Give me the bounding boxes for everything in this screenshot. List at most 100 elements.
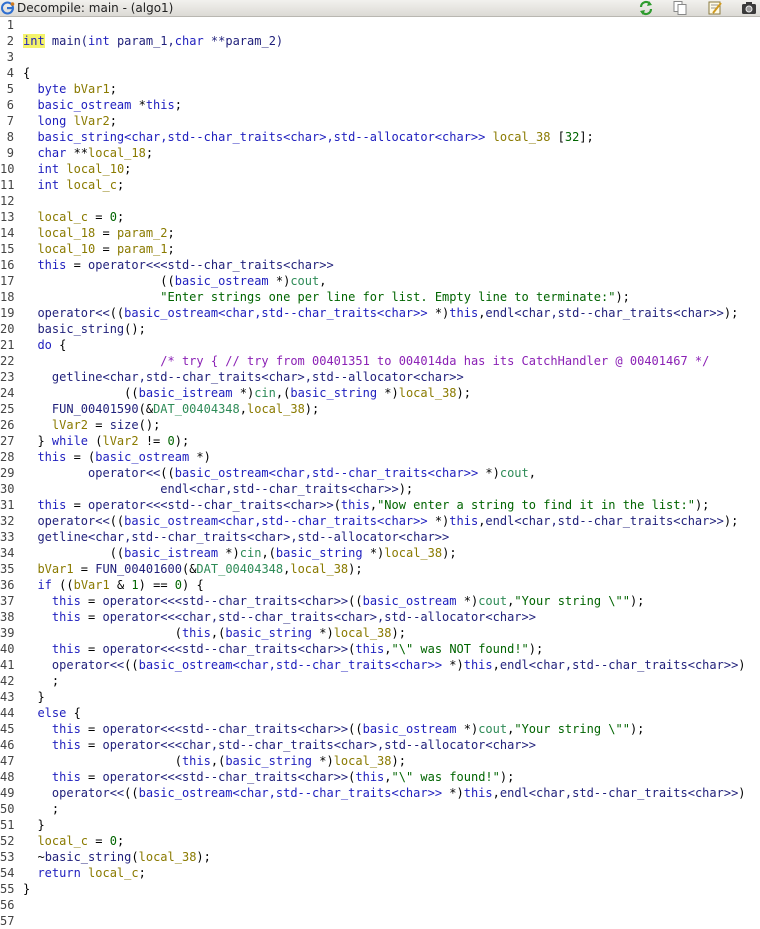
code-text[interactable]: basic_string<char,std--char_traits<char>… [23, 129, 593, 145]
code-token[interactable]: local_38 [485, 130, 551, 144]
code-line[interactable]: 14 local_18 = param_2; [0, 225, 760, 241]
code-token[interactable]: (); [139, 418, 161, 432]
code-token[interactable]: & [110, 578, 132, 592]
code-token[interactable]: , [493, 786, 500, 800]
code-text[interactable]: this = operator<<<std--char_traits<char>… [23, 769, 514, 785]
code-line[interactable]: 22 /* try { // try from 00401351 to 0040… [0, 353, 760, 369]
code-token[interactable] [23, 338, 37, 352]
code-text[interactable]: local_c = 0; [23, 209, 124, 225]
code-token[interactable]: endl<char,std--char_traits<char>> [500, 658, 738, 672]
code-token[interactable]: (( [160, 466, 174, 480]
code-token[interactable]: size [110, 418, 139, 432]
code-token[interactable] [23, 738, 52, 752]
code-text[interactable]: do { [23, 337, 66, 353]
code-token[interactable]: bVar1 [66, 82, 110, 96]
code-token[interactable]: this [182, 754, 211, 768]
code-token[interactable]: this [37, 498, 66, 512]
code-token[interactable]: } [23, 434, 52, 448]
code-token[interactable]: FUN_00401600 [95, 562, 182, 576]
code-line[interactable]: 30 endl<char,std--char_traits<char>>); [0, 481, 760, 497]
code-line[interactable]: 13 local_c = 0; [0, 209, 760, 225]
code-token[interactable]: ); [500, 770, 514, 784]
code-token[interactable]: ) [738, 786, 745, 800]
code-token[interactable]: this [146, 98, 175, 112]
code-line[interactable]: 34 ((basic_istream *)cin,(basic_string *… [0, 545, 760, 561]
code-token[interactable] [23, 498, 37, 512]
code-token[interactable]: local_38 [399, 386, 457, 400]
code-token[interactable]: = [81, 738, 103, 752]
code-token[interactable]: ( [23, 626, 182, 640]
code-text[interactable]: this = operator<<<std--char_traits<char>… [23, 641, 543, 657]
code-token[interactable]: ); [305, 402, 319, 416]
code-token[interactable]: bVar1 [37, 562, 73, 576]
code-token[interactable]: ); [724, 514, 738, 528]
code-token[interactable]: basic_ostream<char,std--char_traits<char… [139, 786, 442, 800]
decompiler-code-view[interactable]: 1 2 int main(int param_1,char **param_2) 3 4… [0, 17, 760, 928]
code-token[interactable]: *) [218, 546, 239, 560]
code-token[interactable]: ); [175, 434, 189, 448]
code-token[interactable] [23, 226, 37, 240]
code-line[interactable]: 45 this = operator<<<std--char_traits<ch… [0, 721, 760, 737]
code-token[interactable]: cout [478, 722, 507, 736]
code-line[interactable]: 2 int main(int param_1,char **param_2) [0, 33, 760, 49]
code-token[interactable]: (( [23, 386, 138, 400]
code-token[interactable]: ; [139, 866, 146, 880]
code-token[interactable]: ); [615, 290, 629, 304]
code-token[interactable]: this [52, 738, 81, 752]
code-line[interactable]: 37 this = operator<<<std--char_traits<ch… [0, 593, 760, 609]
code-text[interactable]: local_c = 0; [23, 833, 124, 849]
code-token[interactable]: (( [52, 578, 73, 592]
code-token[interactable] [23, 178, 37, 192]
code-token[interactable]: ); [457, 386, 471, 400]
code-token[interactable]: DAT_00404348 [196, 562, 283, 576]
code-token[interactable]: cout [500, 466, 529, 480]
code-token[interactable]: *) [442, 658, 463, 672]
code-token[interactable]: (& [182, 562, 196, 576]
code-token[interactable]: *) [442, 786, 463, 800]
code-token[interactable]: ,( [211, 626, 225, 640]
code-line[interactable]: 33 getline<char,std--char_traits<char>,s… [0, 529, 760, 545]
code-token[interactable]: ,( [276, 386, 290, 400]
code-text[interactable]: ((basic_istream *)cin,(basic_string *)lo… [23, 385, 471, 401]
code-token[interactable]: param_1, [110, 34, 175, 48]
code-token[interactable]: ; [146, 146, 153, 160]
code-token[interactable]: this [182, 626, 211, 640]
code-line[interactable]: 31 this = operator<<<std--char_traits<ch… [0, 497, 760, 513]
code-token[interactable]: *) [269, 274, 290, 288]
code-token[interactable]: } [23, 818, 44, 832]
code-token[interactable]: = [88, 210, 110, 224]
code-token[interactable]: basic_istream [124, 546, 218, 560]
code-token[interactable] [23, 866, 37, 880]
code-line[interactable]: 42 ; [0, 673, 760, 689]
code-line[interactable]: 39 (this,(basic_string *)local_38); [0, 625, 760, 641]
code-line[interactable]: 44 else { [0, 705, 760, 721]
code-token[interactable] [23, 146, 37, 160]
code-line[interactable]: 1 [0, 17, 760, 33]
code-token[interactable]: *) [377, 386, 398, 400]
code-token[interactable]: **param_2) [204, 34, 283, 48]
code-text[interactable]: operator<<((basic_ostream<char,std--char… [23, 305, 738, 321]
code-token[interactable]: local_38 [247, 402, 305, 416]
code-token[interactable]: this [449, 514, 478, 528]
code-token[interactable]: (& [139, 402, 153, 416]
code-line[interactable]: 11 int local_c; [0, 177, 760, 193]
snapshot-button[interactable] [741, 0, 757, 16]
code-text[interactable]: local_18 = param_2; [23, 225, 174, 241]
code-token[interactable]: ; [117, 210, 124, 224]
code-token[interactable] [23, 242, 37, 256]
code-token[interactable]: endl<char,std--char_traits<char>> [500, 786, 738, 800]
code-line[interactable]: 40 this = operator<<<std--char_traits<ch… [0, 641, 760, 657]
code-line[interactable]: 5 byte bVar1; [0, 81, 760, 97]
code-token[interactable]: = [81, 642, 103, 656]
code-token[interactable]: ( [334, 498, 341, 512]
code-token[interactable]: param_2 [117, 226, 168, 240]
code-token[interactable]: ( [88, 434, 102, 448]
code-text[interactable]: getline<char,std--char_traits<char>,std-… [23, 369, 464, 385]
code-token[interactable]: = [66, 258, 88, 272]
code-token[interactable]: operator<< [37, 306, 109, 320]
code-token[interactable] [23, 322, 37, 336]
code-token[interactable] [23, 354, 160, 368]
code-token[interactable]: operator<<<std--char_traits<char>> [88, 498, 334, 512]
code-token[interactable]: "Your string \"" [514, 594, 630, 608]
code-text[interactable]: ; [23, 673, 59, 689]
